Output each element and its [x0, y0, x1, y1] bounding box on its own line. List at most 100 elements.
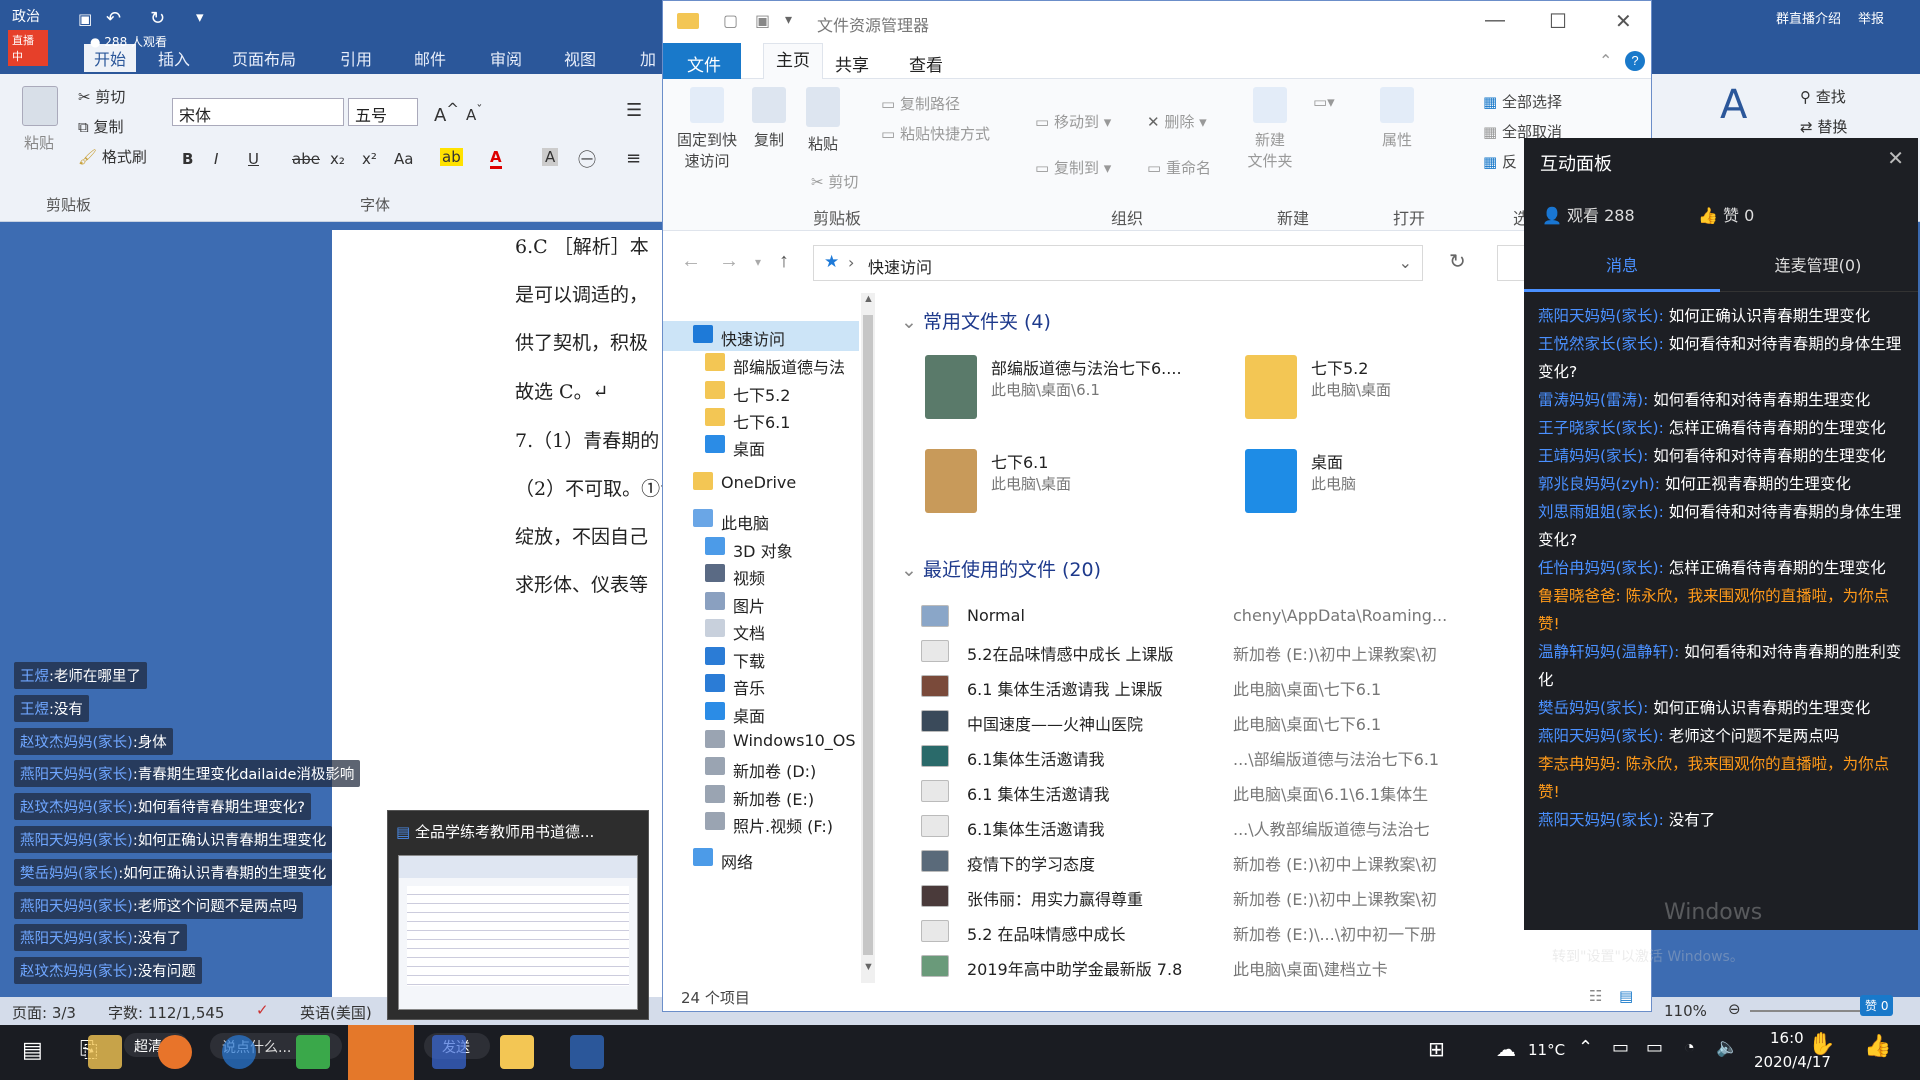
paste-button[interactable]: 粘贴: [18, 86, 62, 156]
help-icon[interactable]: ?: [1625, 51, 1645, 71]
font-name-select[interactable]: 宋体: [172, 98, 344, 126]
forward-icon[interactable]: →: [719, 250, 739, 273]
nav-item[interactable]: 此电脑: [663, 505, 859, 535]
input-method-icon[interactable]: ⊞: [1428, 1037, 1445, 1062]
rename-button[interactable]: ▭ 重命名: [1147, 157, 1211, 178]
nav-item[interactable]: OneDrive: [663, 468, 859, 498]
green-app-taskbar-icon[interactable]: [296, 1035, 330, 1069]
qat-dropdown-icon[interactable]: ▾: [196, 8, 204, 26]
taskbar-preview-popup[interactable]: ▤ 全品学练考教师用书道德...: [387, 810, 649, 1020]
nav-item[interactable]: 网络: [663, 844, 859, 874]
likes-badge[interactable]: 赞 0: [1860, 995, 1894, 1016]
change-case-icon[interactable]: Aa: [394, 150, 413, 168]
redo-icon[interactable]: ↻: [150, 8, 165, 29]
frequent-folders-header[interactable]: ⌄ 常用文件夹 (4): [901, 307, 1051, 334]
word-tab-mailings[interactable]: 邮件: [414, 46, 446, 70]
shrink-font-icon[interactable]: Aˇ: [466, 102, 483, 124]
word-tab-review[interactable]: 审阅: [490, 46, 522, 70]
weather-icon[interactable]: ☁: [1496, 1037, 1516, 1062]
zoom-out-icon[interactable]: ⊖: [1728, 1000, 1741, 1018]
scroll-up-icon[interactable]: ▲: [863, 293, 874, 305]
highlight-icon[interactable]: ab: [440, 148, 463, 166]
zoom-level[interactable]: 110%: [1664, 1002, 1707, 1020]
nav-scroll-thumb[interactable]: [863, 315, 873, 955]
nav-item[interactable]: 照片.视频 (F:): [663, 808, 859, 838]
select-all-button[interactable]: ▦ 全部选择: [1483, 91, 1562, 112]
panel-message-user[interactable]: 温静轩妈妈(温静轩):: [1538, 643, 1679, 661]
report-link[interactable]: 举报: [1858, 8, 1884, 27]
new-item-icon[interactable]: ▭▾: [1313, 93, 1335, 111]
delete-button[interactable]: ✕ 删除 ▾: [1147, 111, 1207, 132]
new-folder-button[interactable]: 新建 文件夹: [1241, 87, 1299, 171]
panel-message-user[interactable]: 雷涛妈妈(雷涛):: [1538, 391, 1648, 409]
scroll-down-icon[interactable]: ▼: [863, 961, 874, 973]
tab-share[interactable]: 共享: [835, 51, 869, 76]
font-size-select[interactable]: 五号: [348, 98, 418, 126]
properties-qat-icon[interactable]: ▢: [723, 11, 738, 31]
panel-message-user[interactable]: 王悦然家长(家长):: [1538, 335, 1664, 353]
underline-icon[interactable]: U: [248, 150, 259, 168]
close-icon[interactable]: ✕: [1887, 146, 1904, 170]
panel-message-user[interactable]: 鲁碧晓爸爸:: [1538, 587, 1621, 605]
panel-message-user[interactable]: 李志冉妈妈:: [1538, 755, 1621, 773]
nav-item[interactable]: Windows10_OS: [663, 726, 859, 756]
battery-icon[interactable]: ▭: [1646, 1037, 1663, 1058]
recent-file-row[interactable]: 2019年高中助学金最新版 7.8 此电脑\桌面\建档立卡: [921, 949, 1651, 983]
ie-taskbar-icon[interactable]: [222, 1035, 256, 1069]
nav-item[interactable]: 七下5.2: [663, 377, 859, 407]
new-folder-qat-icon[interactable]: ▣: [755, 11, 770, 31]
panel-message-user[interactable]: 王子晓家长(家长):: [1538, 419, 1664, 437]
nav-item[interactable]: 桌面: [663, 431, 859, 461]
hand-raise-icon[interactable]: ✋: [1808, 1031, 1835, 1057]
back-icon[interactable]: ←: [681, 250, 701, 273]
strikethrough-icon[interactable]: abe: [292, 150, 320, 168]
copy-button[interactable]: 复制: [747, 87, 791, 150]
nav-item[interactable]: 视频: [663, 560, 859, 590]
undo-icon[interactable]: ↶: [106, 8, 121, 29]
browser-taskbar-icon[interactable]: [158, 1035, 192, 1069]
stream-menu-icon[interactable]: ▤: [22, 1037, 43, 1063]
panel-message-user[interactable]: 燕阳天妈妈(家长):: [1538, 811, 1664, 829]
word-tab-layout[interactable]: 页面布局: [232, 46, 296, 70]
copy-to-button[interactable]: ▭ 复制到 ▾: [1035, 157, 1111, 178]
details-view-icon[interactable]: ☷: [1589, 987, 1602, 1005]
word-tab-references[interactable]: 引用: [340, 46, 372, 70]
clock-time[interactable]: 16:0: [1770, 1029, 1804, 1047]
nav-item[interactable]: 3D 对象: [663, 533, 859, 563]
maximize-icon[interactable]: ☐: [1549, 9, 1567, 34]
up-icon[interactable]: ↑: [779, 250, 789, 273]
word-taskbar-icon[interactable]: [570, 1035, 604, 1069]
active-app-taskbar-icon[interactable]: [348, 1025, 414, 1080]
bullets-icon[interactable]: ☰: [626, 100, 642, 121]
nav-item[interactable]: 部编版道德与法: [663, 349, 859, 379]
tiles-view-icon[interactable]: ▤: [1619, 987, 1633, 1005]
enclosed-char-icon[interactable]: ㊀: [578, 146, 596, 172]
wifi-icon[interactable]: ◔: [1684, 1037, 1695, 1058]
nav-item[interactable]: 快速访问: [663, 321, 859, 351]
superscript-icon[interactable]: x²: [362, 150, 377, 168]
video-app-taskbar-icon[interactable]: [432, 1035, 466, 1069]
cut-button[interactable]: ✂ 剪切: [78, 86, 125, 107]
weather-temp[interactable]: 11°C: [1528, 1041, 1565, 1059]
format-painter-button[interactable]: 🖌 格式刷: [78, 146, 147, 167]
panel-message-user[interactable]: 刘思雨姐姐(家长):: [1538, 503, 1664, 521]
char-shading-icon[interactable]: A: [542, 148, 559, 166]
align-left-icon[interactable]: ≡: [626, 148, 641, 169]
invert-selection-button[interactable]: ▦ 反: [1483, 151, 1517, 172]
tab-home[interactable]: 主页: [763, 43, 823, 79]
tab-file[interactable]: 文件: [663, 43, 741, 79]
tab-connect-manage[interactable]: 连麦管理(0): [1720, 252, 1916, 276]
nav-item[interactable]: 图片: [663, 588, 859, 618]
cut-button[interactable]: ✂ 剪切: [811, 171, 858, 192]
subscript-icon[interactable]: x₂: [330, 150, 345, 168]
bold-icon[interactable]: B: [182, 150, 193, 168]
move-to-button[interactable]: ▭ 移动到 ▾: [1035, 111, 1111, 132]
word-tab-addins[interactable]: 加: [640, 46, 656, 70]
styles-icon[interactable]: A: [1720, 82, 1747, 128]
recent-files-header[interactable]: ⌄ 最近使用的文件 (20): [901, 555, 1101, 582]
explorer-taskbar-icon[interactable]: [500, 1035, 534, 1069]
refresh-icon[interactable]: ↻: [1449, 249, 1466, 274]
italic-icon[interactable]: I: [214, 150, 218, 168]
nav-item[interactable]: 桌面: [663, 698, 859, 728]
nav-item[interactable]: 新加卷 (D:): [663, 753, 859, 783]
